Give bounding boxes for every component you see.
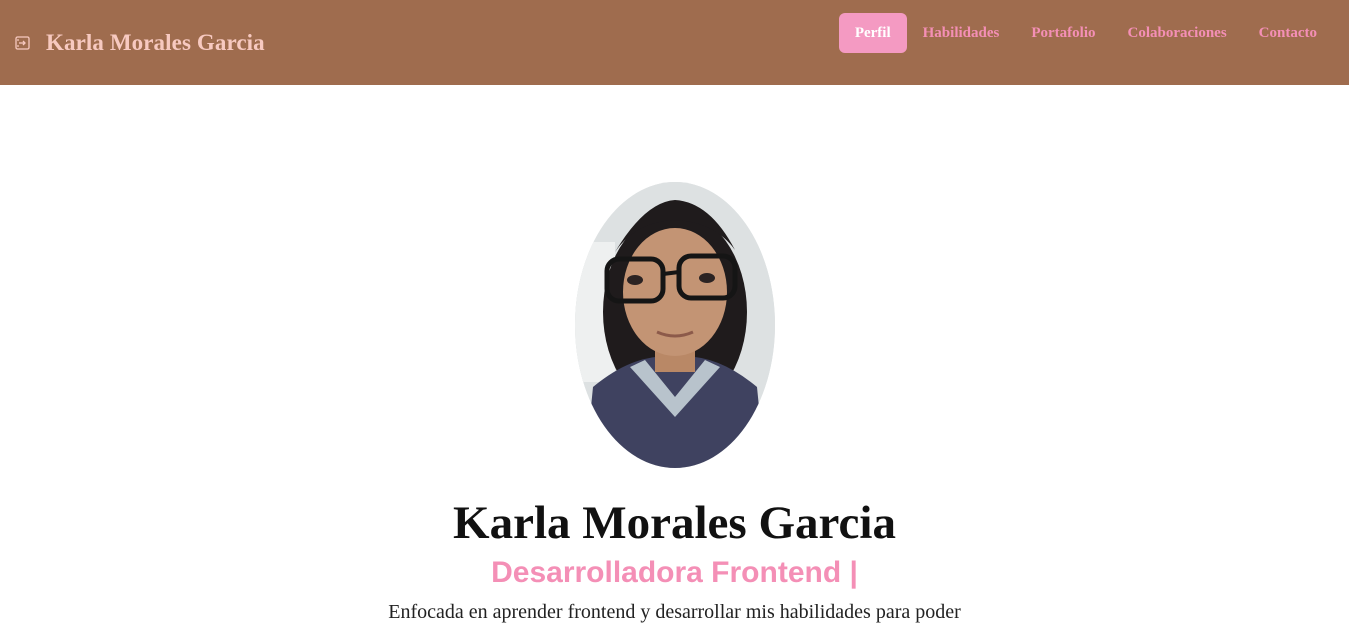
- nav-link-habilidades[interactable]: Habilidades: [907, 13, 1016, 53]
- profile-description: Enfocada en aprender frontend y desarrol…: [388, 601, 961, 623]
- login-icon: [14, 34, 32, 52]
- profile-role: Desarrolladora Frontend |: [491, 556, 858, 589]
- brand-name: Karla Morales Garcia: [46, 29, 265, 55]
- nav-link-portafolio[interactable]: Portafolio: [1015, 13, 1111, 53]
- nav-link-contacto[interactable]: Contacto: [1243, 13, 1333, 53]
- brand-link[interactable]: Karla Morales Garcia: [14, 30, 265, 56]
- profile-photo: [574, 182, 775, 468]
- top-navbar: Karla Morales Garcia Perfil Habilidades …: [0, 0, 1349, 85]
- nav-link-perfil[interactable]: Perfil: [838, 13, 907, 53]
- profile-name: Karla Morales Garcia: [453, 497, 896, 549]
- profile-hero: Karla Morales Garcia Desarrolladora Fron…: [0, 85, 1349, 628]
- nav-link-colaboraciones[interactable]: Colaboraciones: [1112, 13, 1243, 53]
- nav-menu: Perfil Habilidades Portafolio Colaboraci…: [838, 13, 1333, 53]
